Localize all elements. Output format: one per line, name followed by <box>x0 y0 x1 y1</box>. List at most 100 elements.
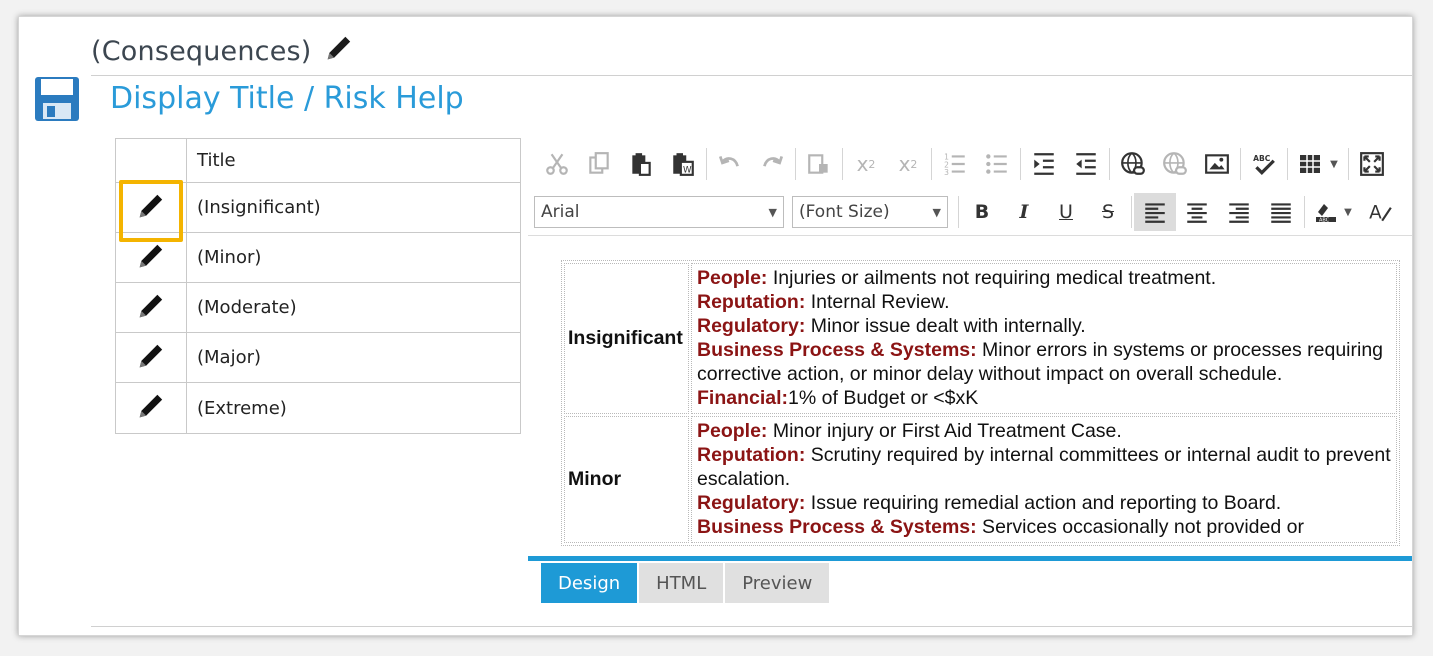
toolbar-separator <box>1304 196 1305 228</box>
spellcheck-icon[interactable]: ABC <box>1243 145 1285 183</box>
dropdown-caret-icon: ▼ <box>932 205 941 219</box>
superscript-icon[interactable]: x2 <box>845 145 887 183</box>
toolbar-separator <box>842 148 843 180</box>
justify-icon[interactable] <box>1260 193 1302 231</box>
consequence-list: Title (Insignificant) (Minor) (Moderate) <box>115 138 521 434</box>
risk-level-label: Insignificant <box>564 263 689 414</box>
tab-design[interactable]: Design <box>541 563 638 603</box>
risk-line: Financial:1% of Budget or <$xK <box>697 387 979 409</box>
insert-link-icon[interactable] <box>1112 145 1154 183</box>
risk-row-minor: Minor People: Minor injury or First Aid … <box>564 416 1397 543</box>
toolbar-separator <box>795 148 796 180</box>
toolbar-separator <box>1348 148 1349 180</box>
risk-description: People: Injuries or ailments not requiri… <box>691 263 1397 414</box>
paste-icon[interactable] <box>620 145 662 183</box>
tab-html[interactable]: HTML <box>639 563 724 603</box>
edit-row-cell <box>116 333 187 382</box>
remove-link-icon[interactable] <box>1154 145 1196 183</box>
risk-line: Business Process & Systems: Minor errors… <box>697 339 1384 385</box>
risk-description: People: Minor injury or First Aid Treatm… <box>691 416 1397 543</box>
editor-toolbar-top: W x2 x2 123 ABC ▼ <box>536 142 1393 186</box>
editor-toolbar-format: Arial ▼ (Font Size) ▼ B I U S ABC ▼ A <box>534 190 1401 234</box>
ordered-list-icon[interactable]: 123 <box>934 145 976 183</box>
title-divider <box>91 75 1412 76</box>
text-color-icon[interactable]: ABC ▼ <box>1307 193 1359 231</box>
list-row: (Insignificant) <box>116 180 520 242</box>
undo-icon[interactable] <box>709 145 751 183</box>
section-title: Display Title / Risk Help <box>110 81 464 116</box>
edit-pencil-icon[interactable] <box>134 239 168 277</box>
dropdown-caret-icon: ▼ <box>768 205 777 219</box>
bold-icon[interactable]: B <box>961 193 1003 231</box>
bottom-divider <box>91 626 1412 627</box>
strikethrough-icon[interactable]: S <box>1087 193 1129 231</box>
list-row: (Moderate) <box>116 283 520 333</box>
list-row: (Extreme) <box>116 383 520 433</box>
paste-word-icon[interactable]: W <box>662 145 704 183</box>
underline-icon[interactable]: U <box>1045 193 1087 231</box>
indent-icon[interactable] <box>1023 145 1065 183</box>
editor-content-area[interactable]: Insignificant People: Injuries or ailmen… <box>528 236 1412 556</box>
svg-text:W: W <box>683 166 692 176</box>
font-size-select[interactable]: (Font Size) ▼ <box>792 196 948 228</box>
toolbar-separator <box>1240 148 1241 180</box>
insert-table-icon[interactable]: ▼ <box>1290 145 1346 183</box>
insert-image-icon[interactable] <box>1196 145 1238 183</box>
align-right-icon[interactable] <box>1218 193 1260 231</box>
svg-text:A: A <box>1369 203 1382 224</box>
font-family-select[interactable]: Arial ▼ <box>534 196 784 228</box>
cut-icon[interactable] <box>536 145 578 183</box>
edit-row-cell <box>116 283 187 332</box>
unordered-list-icon[interactable] <box>976 145 1018 183</box>
edit-row-cell <box>116 383 187 433</box>
copy-icon[interactable] <box>578 145 620 183</box>
subscript-icon[interactable]: x2 <box>887 145 929 183</box>
list-header-title: Title <box>197 150 236 171</box>
list-item-label: (Moderate) <box>197 297 297 318</box>
toolbar-separator <box>1020 148 1021 180</box>
list-row: (Minor) <box>116 233 520 283</box>
edit-pencil-icon[interactable] <box>134 289 168 327</box>
risk-row-insignificant: Insignificant People: Injuries or ailmen… <box>564 263 1397 414</box>
tab-preview[interactable]: Preview <box>725 563 830 603</box>
edit-row-cell <box>116 233 187 282</box>
page-title: (Consequences) <box>91 31 356 72</box>
edit-pencil-icon[interactable] <box>134 389 168 427</box>
italic-icon[interactable]: I <box>1003 193 1045 231</box>
list-item-label: (Insignificant) <box>197 197 321 218</box>
risk-line: Business Process & Systems: Services occ… <box>697 516 1304 538</box>
edit-pencil-icon[interactable] <box>134 339 168 377</box>
risk-line: Regulatory: Issue requiring remedial act… <box>697 492 1282 514</box>
fullscreen-icon[interactable] <box>1351 145 1393 183</box>
list-header-row: Title <box>116 139 520 183</box>
editor-window: (Consequences) Display Title / Risk Help… <box>18 16 1413 636</box>
edit-row-cell <box>116 180 187 242</box>
align-center-icon[interactable] <box>1176 193 1218 231</box>
page-title-text: (Consequences) <box>91 36 312 67</box>
svg-text:3: 3 <box>944 168 949 177</box>
redo-icon[interactable] <box>751 145 793 183</box>
editor-mode-tabs: Design HTML Preview <box>541 563 830 603</box>
risk-level-label: Minor <box>564 416 689 543</box>
risk-line: People: Minor injury or First Aid Treatm… <box>697 420 1122 442</box>
risk-line: People: Injuries or ailments not requiri… <box>697 267 1217 289</box>
outdent-icon[interactable] <box>1065 145 1107 183</box>
risk-line: Reputation: Internal Review. <box>697 291 950 313</box>
font-size-value: (Font Size) <box>799 202 890 222</box>
svg-text:ABC: ABC <box>1253 154 1271 163</box>
format-icon[interactable]: A <box>1359 193 1401 231</box>
list-header-edit-cell <box>116 139 187 182</box>
risk-help-table: Insignificant People: Injuries or ailmen… <box>561 260 1400 546</box>
list-item-label: (Minor) <box>197 247 262 268</box>
toolbar-separator <box>931 148 932 180</box>
list-row: (Major) <box>116 333 520 383</box>
paste-text-icon[interactable] <box>798 145 840 183</box>
align-left-icon[interactable] <box>1134 193 1176 231</box>
risk-line: Regulatory: Minor issue dealt with inter… <box>697 315 1086 337</box>
save-icon[interactable] <box>33 75 81 123</box>
toolbar-separator <box>706 148 707 180</box>
edit-title-pencil-icon[interactable] <box>322 31 356 72</box>
font-family-value: Arial <box>541 202 580 222</box>
list-item-label: (Extreme) <box>197 397 287 419</box>
rich-text-editor: W x2 x2 123 ABC ▼ Arial ▼ (Font Size) ▼ … <box>528 138 1412 608</box>
